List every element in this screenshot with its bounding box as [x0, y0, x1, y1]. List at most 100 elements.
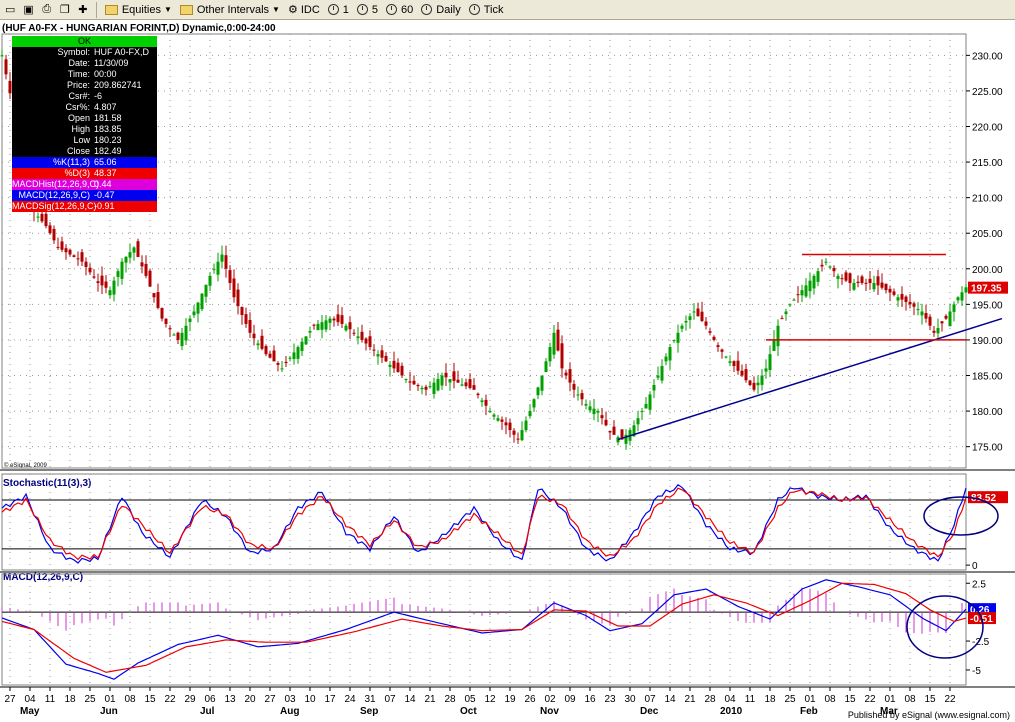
- candle-body: [264, 346, 268, 355]
- candle-body: [568, 369, 572, 383]
- interval-daily-button[interactable]: Daily: [418, 2, 463, 18]
- data-window-ok-bar[interactable]: OK: [12, 36, 157, 47]
- x-day-label: 18: [64, 694, 76, 705]
- price-y-tick-label: 180.00: [972, 407, 1003, 418]
- candle-body: [380, 350, 384, 358]
- candle-body: [4, 59, 8, 75]
- data-window: OK Symbol: HUF A0-FX,D Date: 11/30/09 Time: 0…: [12, 36, 157, 212]
- candle-body: [500, 419, 504, 422]
- candle-body: [252, 333, 256, 339]
- candle-body: [764, 368, 768, 372]
- candle-body: [108, 290, 112, 296]
- data-window-value: 182.49: [94, 146, 122, 156]
- candle-body: [48, 225, 52, 234]
- candle-body: [228, 270, 232, 284]
- candle-body: [280, 368, 284, 370]
- candle-body: [952, 304, 956, 312]
- interval-daily-label: Daily: [436, 3, 461, 16]
- candle-body: [188, 318, 192, 322]
- candle-body: [864, 282, 868, 284]
- interval-60-button[interactable]: 60: [383, 2, 416, 18]
- x-day-label: 23: [604, 694, 616, 705]
- interval-1-button[interactable]: 1: [325, 2, 352, 18]
- candle-body: [212, 268, 216, 270]
- candle-body: [420, 387, 424, 390]
- candle-body: [180, 332, 184, 347]
- candle-body: [676, 332, 680, 343]
- equities-menu[interactable]: Equities ▼: [102, 2, 175, 18]
- candle-body: [412, 380, 416, 385]
- stochastic-title: Stochastic(11(3),3): [3, 478, 91, 489]
- x-day-label: 13: [224, 694, 236, 705]
- candle-body: [92, 276, 96, 278]
- candle-body: [596, 411, 600, 413]
- candle-body: [256, 343, 260, 346]
- candle-body: [880, 282, 884, 288]
- candle-body: [480, 400, 484, 403]
- candle-body: [960, 292, 964, 301]
- add-icon[interactable]: ✚: [75, 2, 91, 18]
- candle-body: [600, 415, 604, 419]
- copy-icon[interactable]: ❐: [57, 2, 73, 18]
- candle-body: [344, 325, 348, 331]
- interval-1-label: 1: [342, 3, 349, 16]
- idc-button[interactable]: ⚙ IDC: [285, 2, 323, 18]
- candle-body: [316, 323, 320, 331]
- candle-body: [580, 393, 584, 400]
- candle-body: [784, 311, 788, 315]
- folder-icon: [104, 4, 118, 15]
- candle-body: [644, 403, 648, 409]
- new-icon[interactable]: ▭: [2, 2, 18, 18]
- save-icon[interactable]: ▣: [20, 2, 36, 18]
- candle-body: [576, 394, 580, 396]
- candle-body: [0, 55, 4, 57]
- candle-body: [776, 325, 780, 347]
- candle-body: [884, 283, 888, 291]
- candle-body: [160, 308, 164, 319]
- candle-body: [240, 307, 244, 316]
- other-intervals-menu[interactable]: Other Intervals ▼: [177, 2, 283, 18]
- candle-body: [72, 255, 76, 257]
- interval-5-button[interactable]: 5: [354, 2, 381, 18]
- candle-body: [660, 366, 664, 381]
- data-window-key: Low: [73, 135, 90, 145]
- candle-body: [292, 352, 296, 360]
- x-day-label: 14: [404, 694, 416, 705]
- candle-body: [356, 336, 360, 339]
- candle-body: [144, 263, 148, 276]
- candle-body: [352, 332, 356, 334]
- data-window-key: Symbol:: [57, 47, 90, 57]
- idc-label: IDC: [300, 3, 320, 16]
- candle-body: [916, 309, 920, 311]
- candle-body: [836, 275, 840, 279]
- print-icon[interactable]: ⎙: [39, 2, 55, 18]
- candle-body: [788, 304, 792, 306]
- candle-body: [744, 369, 748, 381]
- x-day-label: 25: [784, 694, 796, 705]
- candle-body: [460, 384, 464, 386]
- x-day-label: 28: [444, 694, 456, 705]
- x-month-label: Nov: [540, 706, 559, 717]
- candle-body: [792, 299, 796, 301]
- interval-tick-button[interactable]: Tick: [466, 2, 507, 18]
- other-intervals-label: Other Intervals: [196, 3, 270, 16]
- data-window-row: Price: 209.862741: [12, 80, 157, 91]
- price-y-tick-label: 185.00: [972, 372, 1003, 383]
- candle-body: [732, 361, 736, 367]
- candle-body: [492, 414, 496, 417]
- data-window-value: 11/30/09: [94, 58, 129, 68]
- data-window-row: Time: 00:00: [12, 69, 157, 80]
- candle-body: [336, 314, 340, 323]
- price-y-tick-label: 195.00: [972, 300, 1003, 311]
- candle-body: [848, 273, 852, 284]
- settings-icon: ⚙: [287, 4, 298, 16]
- data-window-key: Csr#:: [68, 91, 90, 101]
- candle-body: [140, 262, 144, 267]
- candle-body: [688, 316, 692, 320]
- candle-body: [852, 283, 856, 290]
- candle-body: [208, 275, 212, 286]
- candle-body: [452, 371, 456, 381]
- candle-body: [204, 284, 208, 297]
- candle-body: [572, 383, 576, 390]
- data-window-indicator-row: %K(11,3) 65.06: [12, 157, 157, 168]
